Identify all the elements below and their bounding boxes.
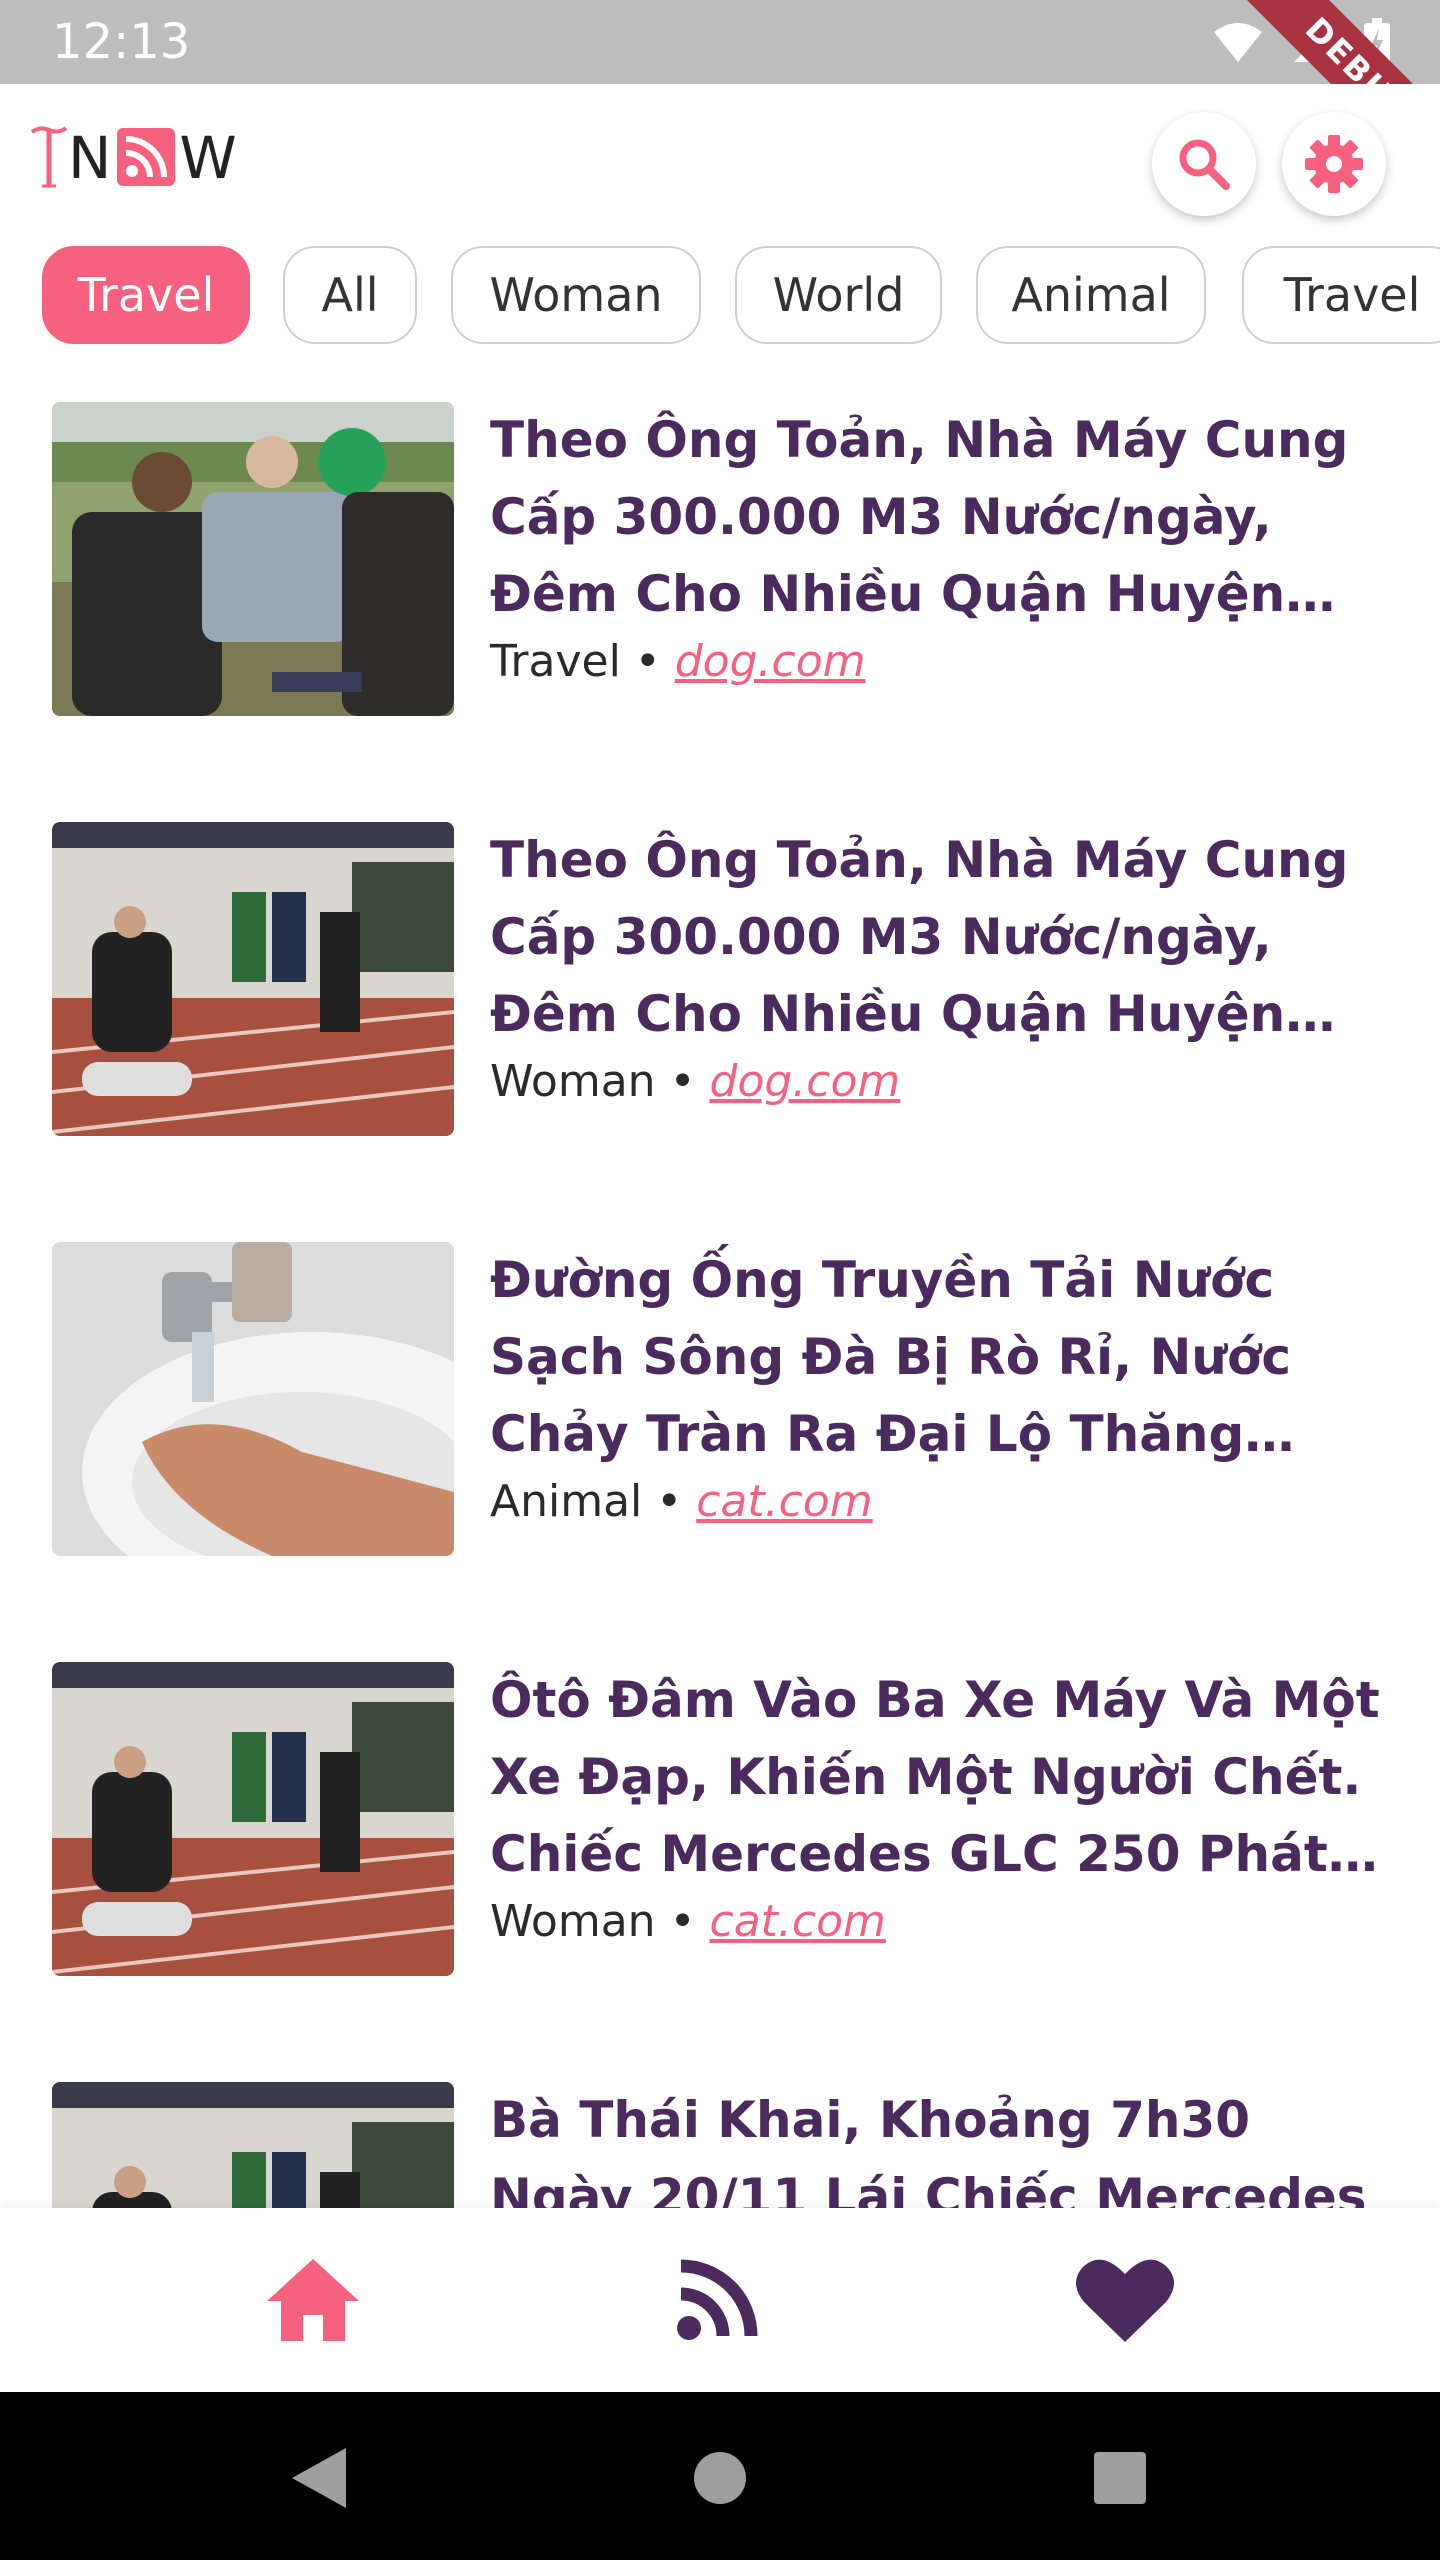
- app-logo: N W: [30, 126, 237, 188]
- news-list: Theo Ông Toản, Nhà Máy Cung Cấp 300.000 …: [0, 352, 1440, 2208]
- nav-favorites-tab[interactable]: [1070, 2248, 1180, 2352]
- home-icon: [267, 2259, 359, 2341]
- chip-woman[interactable]: Woman: [451, 246, 701, 344]
- news-meta: Animal • cat.com: [490, 1476, 873, 1527]
- category-chips: Travel All Woman World Animal Travel: [0, 244, 1440, 352]
- news-category: Animal: [490, 1476, 643, 1527]
- news-meta: Woman • dog.com: [490, 1056, 900, 1107]
- meta-separator: •: [634, 636, 661, 687]
- news-item[interactable]: Theo Ông Toản, Nhà Máy Cung Cấp 300.000 …: [52, 402, 1392, 718]
- news-source-link[interactable]: dog.com: [710, 1056, 901, 1107]
- meta-separator: •: [669, 1056, 696, 1107]
- system-home-button[interactable]: [684, 2442, 756, 2514]
- system-back-button[interactable]: [282, 2442, 354, 2514]
- chip-travel[interactable]: Travel: [1242, 246, 1440, 344]
- gear-icon: [1305, 135, 1363, 193]
- system-navigation-bar: [0, 2392, 1440, 2560]
- nav-feed-tab[interactable]: [662, 2248, 772, 2352]
- news-title: Ôtô Đâm Vào Ba Xe Máy Và Một Xe Đạp, Khi…: [490, 1671, 1380, 1883]
- chip-animal[interactable]: Animal: [976, 246, 1206, 344]
- news-title: Đường Ống Truyền Tải Nước Sạch Sông Đà B…: [490, 1251, 1291, 1463]
- news-thumbnail: [52, 402, 454, 716]
- news-thumbnail: [52, 822, 454, 1136]
- chip-world[interactable]: World: [735, 246, 942, 344]
- settings-button[interactable]: [1282, 112, 1386, 216]
- news-title: Theo Ông Toản, Nhà Máy Cung Cấp 300.000 …: [490, 411, 1349, 623]
- news-category: Woman: [490, 1896, 656, 1947]
- bottom-navigation: [0, 2208, 1440, 2392]
- logo-letter-w: W: [179, 124, 237, 192]
- home-circle-icon: [694, 2452, 746, 2504]
- news-thumbnail: [52, 1242, 454, 1556]
- wifi-icon: [1214, 23, 1262, 62]
- news-title: Bà Thái Khai, Khoảng 7h30 Ngày 20/11 Lái…: [490, 2091, 1367, 2208]
- search-icon: [1179, 139, 1230, 190]
- news-category: Travel: [490, 636, 621, 687]
- news-source-link[interactable]: cat.com: [696, 1476, 872, 1527]
- news-title: Theo Ông Toản, Nhà Máy Cung Cấp 300.000 …: [490, 831, 1349, 1043]
- logo-t-glyph: [30, 126, 68, 188]
- news-item[interactable]: Theo Ông Toản, Nhà Máy Cung Cấp 300.000 …: [52, 822, 1392, 1138]
- news-source-link[interactable]: cat.com: [710, 1896, 886, 1947]
- news-meta: Travel • dog.com: [490, 636, 866, 687]
- heart-icon: [1076, 2259, 1174, 2342]
- status-time: 12:13: [52, 14, 191, 70]
- news-item[interactable]: Đường Ống Truyền Tải Nước Sạch Sông Đà B…: [52, 1242, 1392, 1558]
- news-meta: Woman • cat.com: [490, 1896, 886, 1947]
- logo-letter-n: N: [68, 124, 112, 192]
- search-button[interactable]: [1152, 112, 1256, 216]
- status-bar: 12:13 DEBUG: [0, 0, 1440, 84]
- app-bar: N W: [0, 84, 1440, 244]
- chip-all[interactable]: All: [283, 246, 417, 344]
- news-thumbnail: [52, 2082, 454, 2208]
- news-category: Woman: [490, 1056, 656, 1107]
- meta-separator: •: [669, 1896, 696, 1947]
- news-item[interactable]: Bà Thái Khai, Khoảng 7h30 Ngày 20/11 Lái…: [52, 2082, 1392, 2208]
- logo-rss-icon: [117, 128, 176, 186]
- meta-separator: •: [656, 1476, 683, 1527]
- system-recents-button[interactable]: [1084, 2442, 1156, 2514]
- news-source-link[interactable]: dog.com: [675, 636, 866, 687]
- recents-square-icon: [1094, 2452, 1146, 2504]
- nav-home-tab[interactable]: [258, 2248, 368, 2352]
- rss-feed-icon: [677, 2259, 758, 2340]
- chip-travel-selected[interactable]: Travel: [42, 246, 250, 344]
- back-triangle-icon: [292, 2448, 346, 2508]
- news-item[interactable]: Ôtô Đâm Vào Ba Xe Máy Và Một Xe Đạp, Khi…: [52, 1662, 1392, 1978]
- news-thumbnail: [52, 1662, 454, 1976]
